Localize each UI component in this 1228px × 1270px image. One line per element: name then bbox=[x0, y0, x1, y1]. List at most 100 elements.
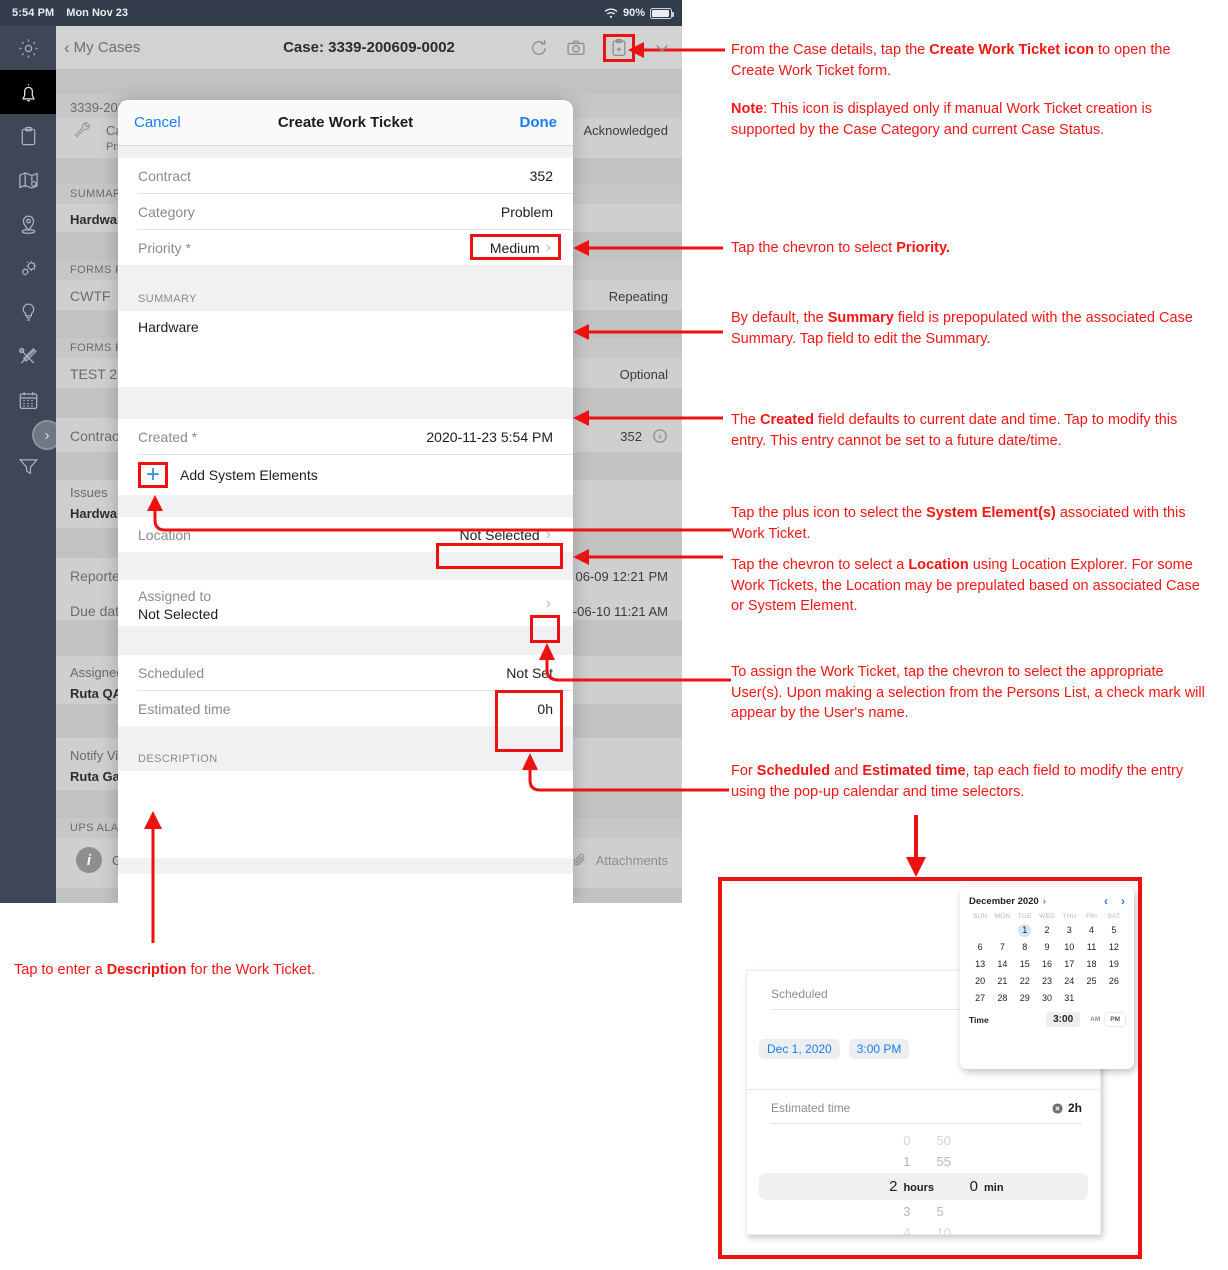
chevron-right-icon[interactable]: › bbox=[546, 239, 551, 256]
calendar-day[interactable]: 5 bbox=[1103, 924, 1125, 937]
min-below-1: 5 bbox=[936, 1204, 944, 1219]
calendar-month-chevron-icon[interactable]: › bbox=[1043, 896, 1046, 907]
calendar-day[interactable]: 19 bbox=[1103, 958, 1125, 971]
calendar-day[interactable]: 13 bbox=[969, 958, 991, 971]
create-work-ticket-button[interactable] bbox=[603, 33, 635, 62]
calendar-day[interactable]: 21 bbox=[991, 975, 1013, 988]
arrow-to-callout bbox=[906, 815, 926, 877]
summary-field[interactable]: Hardware bbox=[118, 311, 573, 387]
callout-estimated-label: Estimated time bbox=[771, 1101, 851, 1115]
created-value: 2020-11-23 5:54 PM bbox=[426, 428, 553, 445]
plus-icon-box[interactable]: + bbox=[138, 462, 168, 488]
created-label: Created * bbox=[138, 428, 198, 445]
calendar-day[interactable]: 31 bbox=[1058, 992, 1080, 1005]
calendar-icon bbox=[19, 391, 37, 409]
sidebar-item-calendar[interactable] bbox=[0, 378, 56, 422]
calendar-day[interactable]: 23 bbox=[1036, 975, 1058, 988]
chevron-right-icon[interactable]: › bbox=[546, 596, 551, 612]
calendar-time-value[interactable]: 3:00 bbox=[1046, 1012, 1081, 1027]
calendar-blank bbox=[991, 924, 1013, 937]
field-created[interactable]: Created * 2020-11-23 5:54 PM bbox=[118, 419, 573, 454]
field-assigned-to[interactable]: Assigned to Not Selected › bbox=[118, 580, 573, 626]
hours-above-2: 0 bbox=[903, 1133, 911, 1148]
field-estimated-time[interactable]: Estimated time 0h bbox=[118, 691, 573, 726]
description-field[interactable] bbox=[118, 771, 573, 858]
calendar-day[interactable]: 12 bbox=[1103, 941, 1125, 954]
min-unit: min bbox=[984, 1182, 1004, 1194]
calendar-day[interactable]: 4 bbox=[1080, 924, 1102, 937]
app-top-bar: ‹ My Cases Case: 3339-200609-0002 bbox=[56, 26, 682, 70]
funnel-icon bbox=[18, 458, 38, 474]
wifi-icon bbox=[604, 8, 618, 18]
refresh-icon[interactable] bbox=[529, 38, 549, 58]
sidebar-item-work[interactable] bbox=[0, 334, 56, 378]
calendar-day[interactable]: 1 bbox=[1018, 924, 1032, 937]
add-system-elements-label: Add System Elements bbox=[180, 467, 318, 483]
pm-toggle[interactable]: PM bbox=[1105, 1013, 1125, 1026]
calendar-day[interactable]: 27 bbox=[969, 992, 991, 1005]
arrow-summary bbox=[573, 324, 723, 340]
calendar-day[interactable]: 24 bbox=[1058, 975, 1080, 988]
info-circle-icon: i bbox=[76, 847, 102, 873]
scheduled-time-chip[interactable]: 3:00 PM bbox=[848, 1039, 910, 1059]
hours-selected[interactable]: 2 bbox=[843, 1178, 897, 1195]
add-system-elements-button[interactable]: + Add System Elements bbox=[118, 455, 573, 495]
sidebar-item-alarms[interactable] bbox=[0, 70, 56, 114]
clear-circle-icon[interactable] bbox=[1052, 1102, 1063, 1114]
sidebar-item-cases[interactable] bbox=[0, 114, 56, 158]
calendar-day[interactable]: 20 bbox=[969, 975, 991, 988]
calendar-popup: December 2020 › ‹ › SUN MON TUE WED THU FRI SA… bbox=[960, 887, 1134, 1069]
sidebar-item-settings[interactable] bbox=[0, 26, 56, 70]
field-scheduled[interactable]: Scheduled Not Set bbox=[118, 655, 573, 690]
chevron-down-icon[interactable] bbox=[652, 38, 672, 58]
status-date: Mon Nov 23 bbox=[66, 7, 129, 19]
field-contract[interactable]: Contract 352 bbox=[118, 158, 573, 193]
calendar-dow: TUE bbox=[1017, 913, 1032, 920]
sidebar-item-map[interactable] bbox=[0, 158, 56, 202]
chevron-right-icon[interactable]: › bbox=[1121, 894, 1125, 908]
calendar-day[interactable]: 25 bbox=[1080, 975, 1102, 988]
sidebar-item-ideas[interactable] bbox=[0, 290, 56, 334]
am-toggle[interactable]: AM bbox=[1085, 1013, 1105, 1026]
info-icon[interactable] bbox=[652, 428, 668, 444]
chevron-left-icon[interactable]: ‹ bbox=[1104, 894, 1108, 908]
calendar-day[interactable]: 2 bbox=[1036, 924, 1058, 937]
field-priority[interactable]: Priority * Medium › bbox=[118, 230, 573, 265]
calendar-day[interactable]: 14 bbox=[991, 958, 1013, 971]
arrow-system-elements bbox=[147, 495, 731, 532]
scheduled-date-chip[interactable]: Dec 1, 2020 bbox=[759, 1039, 840, 1059]
calendar-day[interactable]: 3 bbox=[1058, 924, 1080, 937]
calendar-day[interactable]: 30 bbox=[1036, 992, 1058, 1005]
min-selected[interactable]: 0 bbox=[960, 1178, 978, 1195]
sidebar-item-locations[interactable] bbox=[0, 202, 56, 246]
calendar-day[interactable]: 11 bbox=[1080, 941, 1102, 954]
calendar-day[interactable]: 6 bbox=[969, 941, 991, 954]
calendar-day[interactable]: 29 bbox=[1014, 992, 1036, 1005]
calendar-day[interactable]: 8 bbox=[1014, 941, 1036, 954]
done-button[interactable]: Done bbox=[520, 114, 558, 131]
calendar-day[interactable]: 17 bbox=[1058, 958, 1080, 971]
calendar-dow: SUN bbox=[972, 913, 988, 920]
sidebar-item-system-elements[interactable] bbox=[0, 246, 56, 290]
calendar-day[interactable]: 18 bbox=[1080, 958, 1102, 971]
calendar-day[interactable]: 10 bbox=[1058, 941, 1080, 954]
min-above-1: 55 bbox=[936, 1154, 951, 1169]
paperclip-icon bbox=[573, 853, 585, 866]
estimated-time-value: 0h bbox=[537, 700, 553, 717]
sidebar-item-filter[interactable] bbox=[0, 444, 56, 488]
modal-title: Create Work Ticket bbox=[277, 114, 414, 131]
calendar-day[interactable]: 15 bbox=[1014, 958, 1036, 971]
calendar-day[interactable]: 22 bbox=[1014, 975, 1036, 988]
calendar-day[interactable]: 7 bbox=[991, 941, 1013, 954]
contract-label: Contract bbox=[138, 167, 191, 184]
calendar-day[interactable]: 28 bbox=[991, 992, 1013, 1005]
field-category[interactable]: Category Problem bbox=[118, 194, 573, 229]
calendar-day[interactable]: 26 bbox=[1103, 975, 1125, 988]
annotation-assign: To assign the Work Ticket, tap the chevr… bbox=[731, 664, 1205, 722]
calendar-day[interactable]: 16 bbox=[1036, 958, 1058, 971]
calendar-time-row: Time 3:00 AM PM bbox=[969, 1012, 1125, 1027]
calendar-month-label[interactable]: December 2020 bbox=[969, 896, 1039, 907]
camera-icon[interactable] bbox=[566, 38, 586, 58]
left-rail bbox=[0, 26, 56, 903]
calendar-day[interactable]: 9 bbox=[1036, 941, 1058, 954]
